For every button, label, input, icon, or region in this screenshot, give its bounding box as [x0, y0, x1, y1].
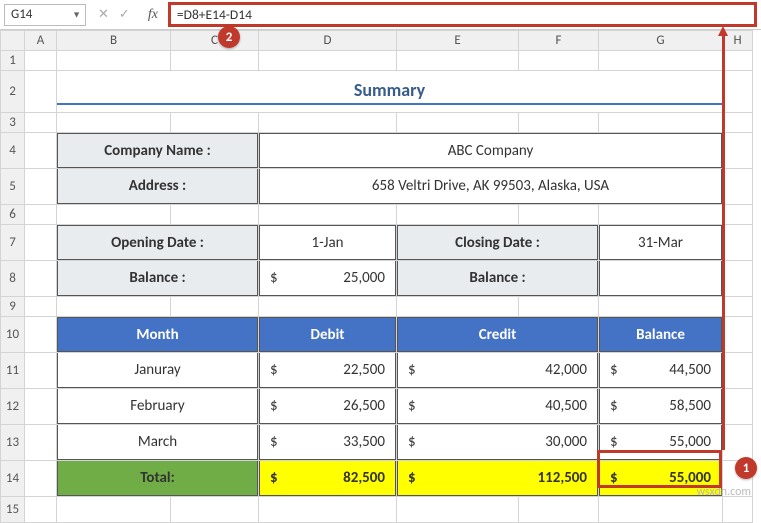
col-headers: A B C D E F G H [1, 31, 753, 51]
r1-credit: $42,000 [397, 353, 598, 388]
col-F[interactable]: F [519, 31, 599, 51]
row-3[interactable]: 3 [1, 113, 25, 133]
row-15[interactable]: 15 [1, 497, 25, 523]
open-date-label: Opening Date : [57, 225, 258, 260]
col-G[interactable]: G [599, 31, 723, 51]
r3-balance: $55,000 [599, 425, 722, 460]
col-E[interactable]: E [397, 31, 519, 51]
chevron-down-icon[interactable]: ▼ [72, 9, 81, 20]
r1-debit: $22,500 [259, 353, 396, 388]
r1-month: Januray [57, 353, 258, 388]
balance-label: Balance : [57, 261, 258, 296]
col-C[interactable]: C [171, 31, 259, 51]
balance2-label: Balance : [397, 261, 598, 296]
r2-credit: $40,500 [397, 389, 598, 424]
row-2[interactable]: 2 [1, 71, 25, 113]
total-label: Total: [57, 461, 258, 496]
r3-month: March [57, 425, 258, 460]
fx-icon[interactable]: fx [142, 7, 164, 23]
row-13[interactable]: 13 [1, 425, 25, 461]
r3-debit: $33,500 [259, 425, 396, 460]
company-value: ABC Company [259, 133, 722, 168]
closing-balance [599, 261, 722, 296]
col-B[interactable]: B [57, 31, 171, 51]
arrow-head-icon [718, 26, 728, 36]
th-credit: Credit [397, 317, 598, 352]
col-A[interactable]: A [25, 31, 57, 51]
title-underline [57, 103, 722, 105]
grid[interactable]: A B C D E F G H 1 2 Summary 3 4 Company … [0, 30, 753, 523]
callout-2: 2 [218, 26, 240, 48]
address-value: 658 Veltri Drive, AK 99503, Alaska, USA [259, 169, 722, 204]
row-9[interactable]: 9 [1, 297, 25, 317]
row-14[interactable]: 14 [1, 461, 25, 497]
formula-buttons: ✕ ✓ [90, 7, 138, 22]
total-credit: $112,500 [397, 461, 598, 496]
confirm-icon[interactable]: ✓ [115, 7, 134, 22]
summary-title: Summary [57, 71, 722, 112]
name-box[interactable]: G14 ▼ [4, 4, 86, 26]
name-box-value: G14 [11, 7, 32, 22]
spreadsheet: A B C D E F G H 1 2 Summary 3 4 Company … [0, 30, 761, 523]
formula-text: =D8+E14-D14 [177, 6, 252, 23]
r1-balance: $44,500 [599, 353, 722, 388]
select-all[interactable] [1, 31, 25, 51]
r2-month: February [57, 389, 258, 424]
r2-debit: $26,500 [259, 389, 396, 424]
callout-1: 1 [735, 457, 757, 479]
cancel-icon[interactable]: ✕ [94, 7, 113, 22]
close-date-value: 31-Mar [599, 225, 722, 260]
total-debit: $82,500 [259, 461, 396, 496]
row-10[interactable]: 10 [1, 317, 25, 353]
address-label: Address : [57, 169, 258, 204]
opening-balance: $25,000 [259, 261, 396, 296]
th-debit: Debit [259, 317, 396, 352]
r2-balance: $58,500 [599, 389, 722, 424]
company-label: Company Name : [57, 133, 258, 168]
row-8[interactable]: 8 [1, 261, 25, 297]
row-6[interactable]: 6 [1, 205, 25, 225]
row-12[interactable]: 12 [1, 389, 25, 425]
th-balance: Balance [599, 317, 722, 352]
row-11[interactable]: 11 [1, 353, 25, 389]
watermark: wsxdn.com [696, 485, 751, 499]
row-5[interactable]: 5 [1, 169, 25, 205]
formula-bar: G14 ▼ ✕ ✓ fx =D8+E14-D14 [0, 0, 761, 30]
th-month: Month [57, 317, 258, 352]
row-7[interactable]: 7 [1, 225, 25, 261]
row-4[interactable]: 4 [1, 133, 25, 169]
row-1[interactable]: 1 [1, 51, 25, 71]
close-date-label: Closing Date : [397, 225, 598, 260]
col-D[interactable]: D [259, 31, 397, 51]
formula-input[interactable]: =D8+E14-D14 [168, 2, 757, 27]
open-date-value: 1-Jan [259, 225, 396, 260]
r3-credit: $30,000 [397, 425, 598, 460]
arrow-line [722, 32, 725, 450]
